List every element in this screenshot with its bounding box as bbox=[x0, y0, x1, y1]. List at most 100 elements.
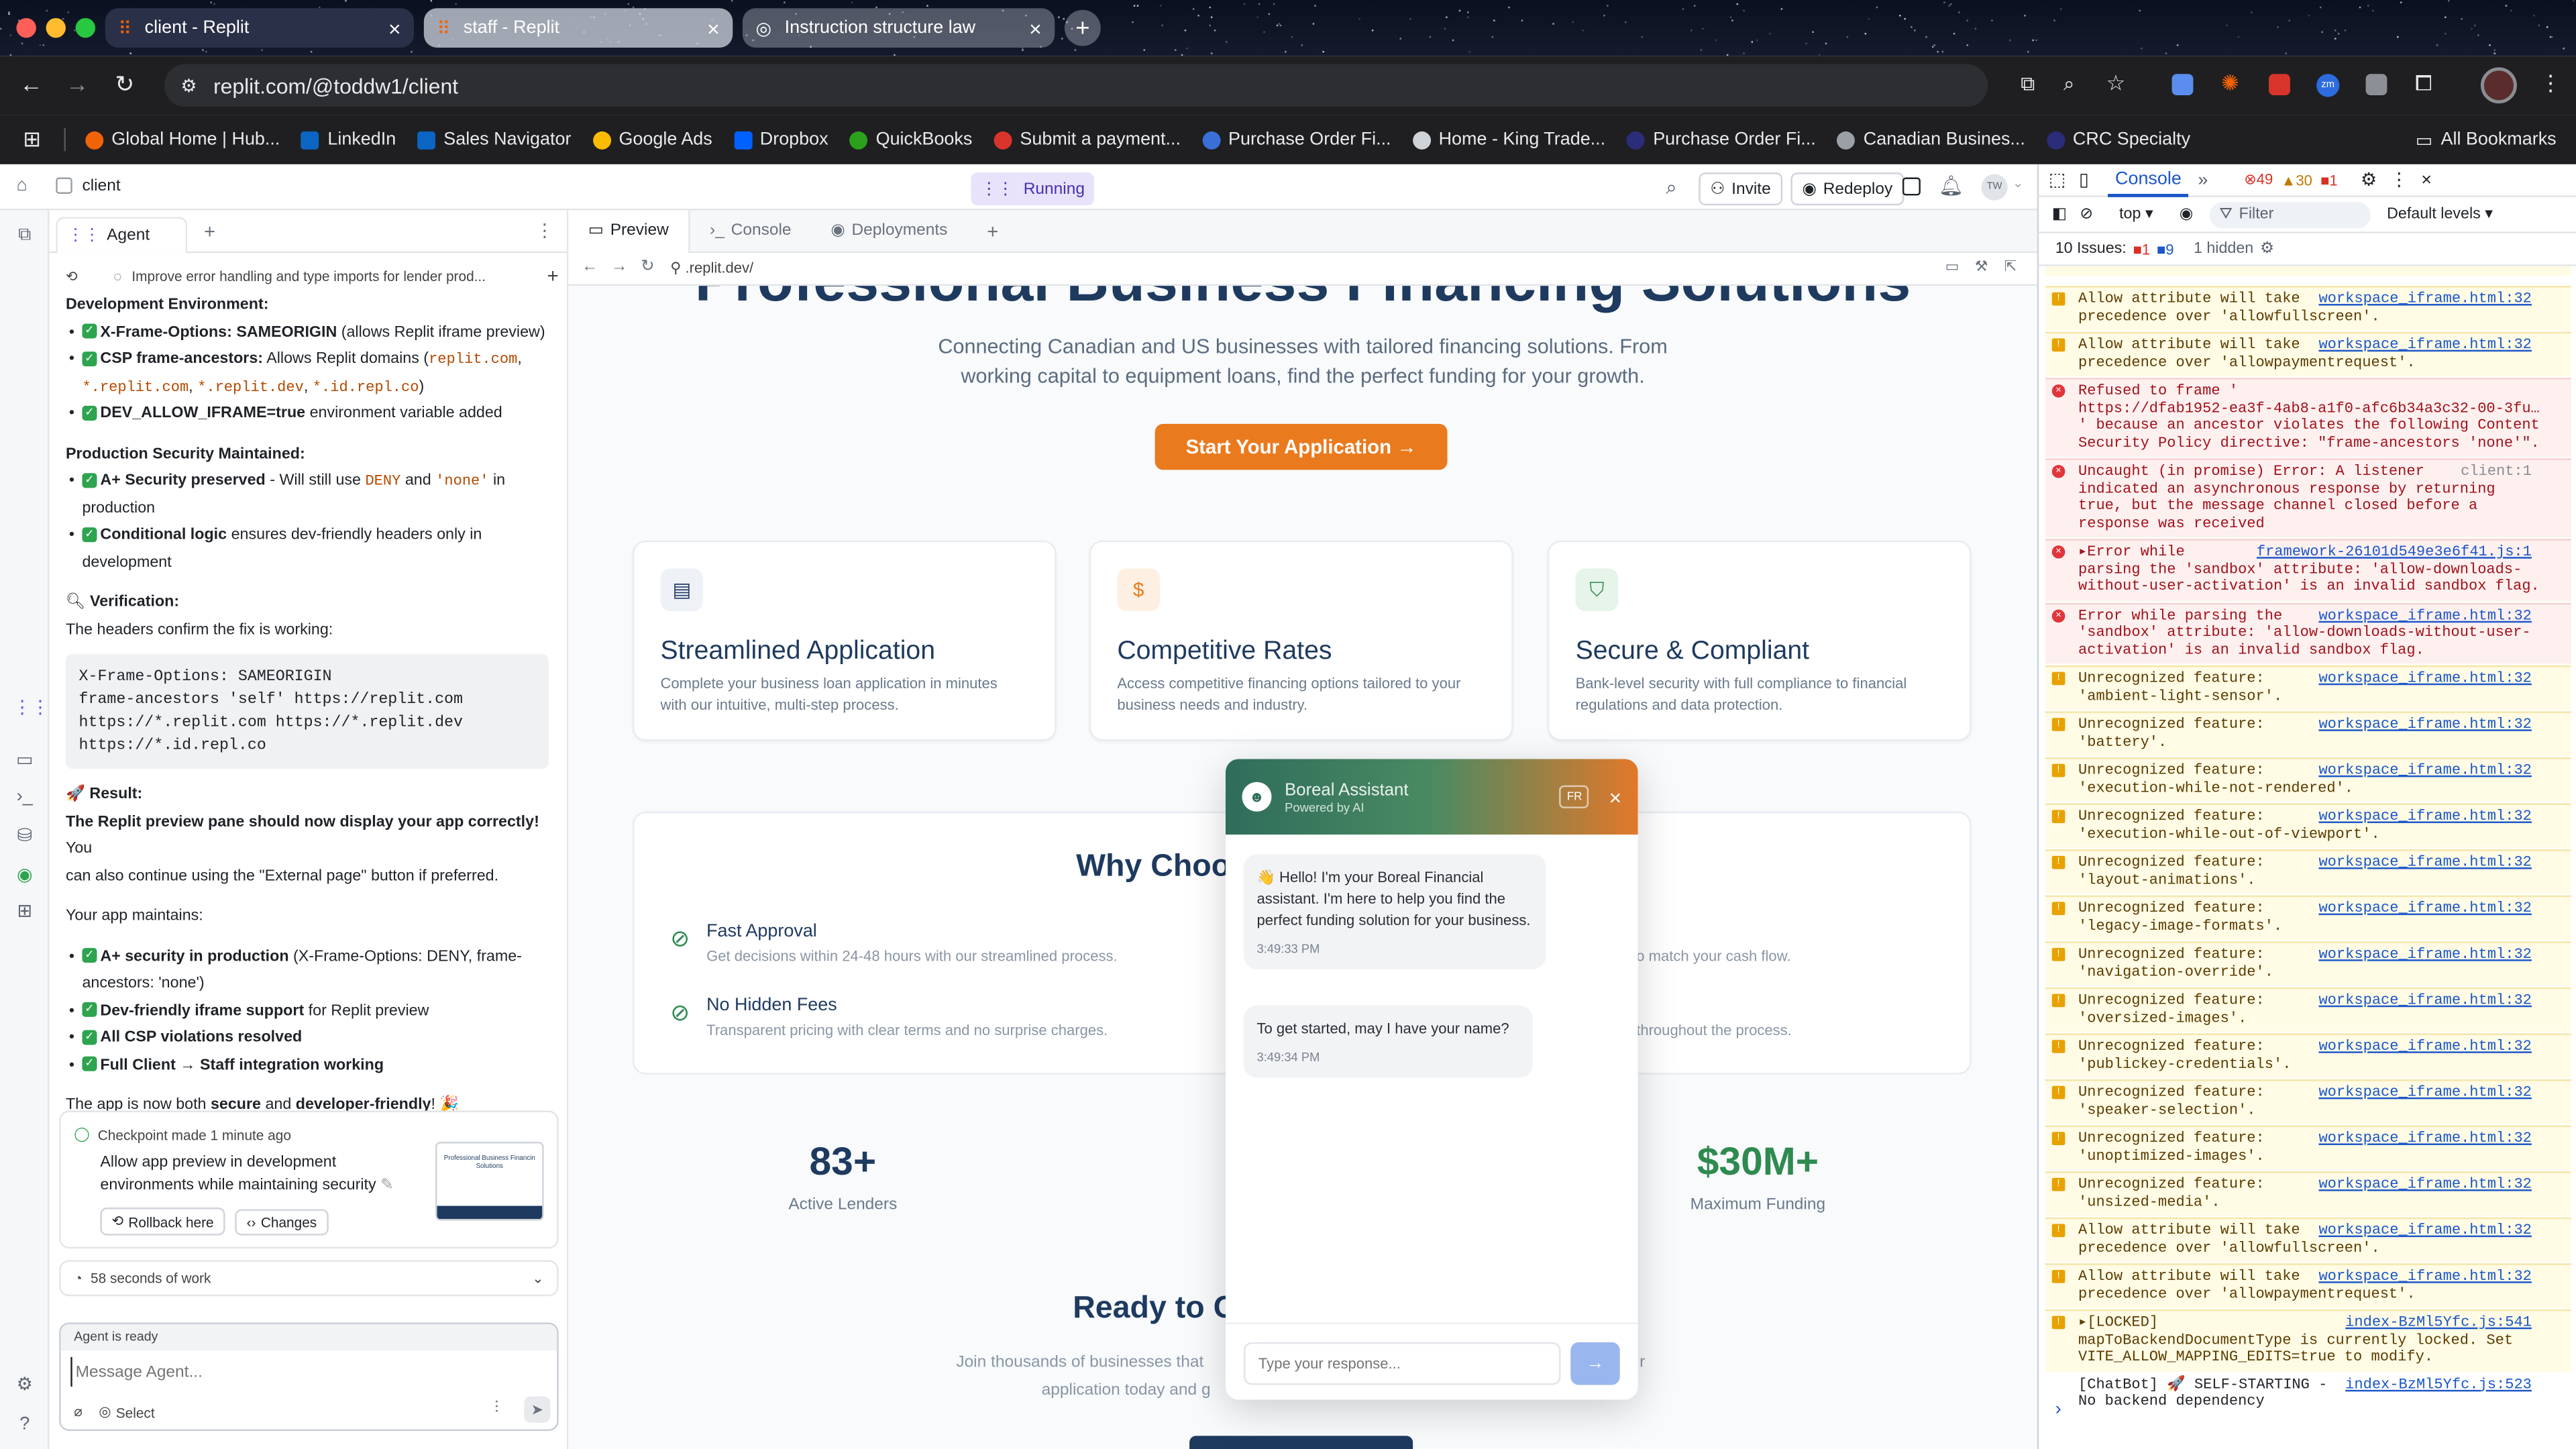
split-view-icon[interactable] bbox=[1902, 177, 1921, 196]
source-link[interactable]: workspace_iframe.html:32 bbox=[2318, 1176, 2532, 1194]
add-tab-button[interactable]: + bbox=[967, 209, 1018, 252]
acrobat-icon[interactable] bbox=[2269, 74, 2290, 96]
source-link[interactable]: workspace_iframe.html:32 bbox=[2318, 1222, 2532, 1240]
minimize-window-button[interactable] bbox=[46, 17, 66, 38]
shell-icon[interactable]: ›_ bbox=[13, 786, 36, 808]
bookmark-linkedin[interactable]: LinkedIn bbox=[301, 129, 396, 150]
settings-icon[interactable]: ⚙ bbox=[2361, 169, 2377, 191]
invite-button[interactable]: ⚇ Invite bbox=[1699, 172, 1782, 206]
install-app-icon[interactable]: ⧉ bbox=[2021, 72, 2035, 97]
start-application-button[interactable]: Start Your Application → bbox=[1155, 423, 1448, 470]
hubspot-icon[interactable]: ✺ bbox=[2221, 70, 2239, 97]
sidebar-toggle-icon[interactable]: ◧ bbox=[2052, 205, 2067, 223]
source-link[interactable]: workspace_iframe.html:32 bbox=[2318, 1130, 2532, 1148]
source-link[interactable]: workspace_iframe.html:32 bbox=[2318, 670, 2532, 688]
error-count[interactable]: ⊗49 bbox=[2244, 171, 2273, 189]
issue-count[interactable]: ■1 bbox=[2320, 172, 2338, 188]
attach-icon[interactable]: ⌀ bbox=[74, 1403, 83, 1421]
source-link[interactable]: workspace_iframe.html:32 bbox=[2318, 1268, 2532, 1286]
browser-tab-instruction[interactable]: ◎ Instruction structure law × bbox=[742, 8, 1055, 48]
extension-icon[interactable] bbox=[2365, 74, 2387, 96]
bookmark-quickbooks[interactable]: QuickBooks bbox=[849, 129, 972, 150]
preview-icon[interactable]: ▭ bbox=[13, 749, 36, 772]
bookmark-crc-specialty[interactable]: CRC Specialty bbox=[2046, 129, 2190, 150]
new-tab-button[interactable]: + bbox=[1064, 9, 1101, 46]
more-tabs-icon[interactable]: » bbox=[2198, 170, 2208, 189]
url-field[interactable]: ⚙ replit.com/@toddw1/client bbox=[164, 64, 1988, 107]
grid-icon[interactable]: ⊞ bbox=[13, 900, 36, 923]
settings-sliders-icon[interactable]: ⫶ bbox=[494, 1400, 498, 1418]
language-toggle[interactable]: FR bbox=[1560, 785, 1590, 808]
extensions-puzzle-icon[interactable]: ⧠ bbox=[2415, 70, 2432, 97]
browser-tab-client[interactable]: ⠿ client - Replit × bbox=[105, 8, 415, 48]
extension-icon[interactable] bbox=[2171, 74, 2194, 96]
profile-avatar[interactable] bbox=[2480, 67, 2517, 104]
forward-icon[interactable]: → bbox=[66, 70, 89, 97]
maximize-window-button[interactable] bbox=[75, 17, 96, 38]
zoom-icon[interactable]: ⌕ bbox=[2063, 72, 2074, 97]
source-link[interactable]: workspace_iframe.html:32 bbox=[2318, 762, 2532, 780]
message-input[interactable] bbox=[70, 1356, 547, 1387]
run-status-button[interactable]: ⋮⋮ Running bbox=[971, 172, 1095, 206]
bookmark-dropbox[interactable]: Dropbox bbox=[733, 129, 828, 150]
bookmark-sales-navigator[interactable]: Sales Navigator bbox=[417, 129, 571, 150]
close-icon[interactable]: × bbox=[2421, 170, 2432, 189]
wrench-icon[interactable]: ⚒ bbox=[1975, 258, 1988, 276]
bookmark-canadian-business[interactable]: Canadian Busines... bbox=[1837, 129, 2025, 150]
settings-icon[interactable]: ⚙ bbox=[13, 1373, 36, 1396]
changes-button[interactable]: ‹› Changes bbox=[235, 1208, 329, 1235]
files-icon[interactable]: ⧉ bbox=[13, 223, 36, 246]
work-summary[interactable]: ◔ 58 seconds of work ⌄ bbox=[59, 1260, 559, 1297]
zoominfo-icon[interactable]: zm bbox=[2316, 74, 2340, 97]
back-icon[interactable]: ← bbox=[19, 70, 42, 97]
close-tab-icon[interactable]: × bbox=[1029, 15, 1042, 40]
all-bookmarks[interactable]: ▭ All Bookmarks bbox=[2416, 129, 2557, 150]
source-link[interactable]: workspace_iframe.html:32 bbox=[2318, 900, 2532, 918]
project-name[interactable]: client bbox=[82, 177, 120, 195]
bookmark-star-icon[interactable]: ☆ bbox=[2106, 70, 2126, 97]
source-link[interactable]: framework-26101d549e3e6f41.js:1 bbox=[2256, 543, 2532, 561]
bookmark-king-trade[interactable]: Home - King Trade... bbox=[1412, 129, 1605, 150]
forward-icon[interactable]: → bbox=[611, 258, 627, 276]
external-link-icon[interactable]: ⇱ bbox=[2004, 258, 2017, 276]
search-icon[interactable]: ⌕ bbox=[1666, 176, 1676, 201]
add-tab-button[interactable]: + bbox=[204, 219, 215, 242]
avatar[interactable]: TW bbox=[1981, 174, 2008, 201]
device-toggle-icon[interactable]: ▯ bbox=[2079, 169, 2089, 191]
redeploy-button[interactable]: ◉ Redeploy bbox=[1790, 172, 1904, 206]
warning-count[interactable]: ▲30 bbox=[2281, 172, 2312, 188]
bookmark-purchase-order-2[interactable]: Purchase Order Fi... bbox=[1627, 129, 1816, 150]
reload-icon[interactable]: ↻ bbox=[115, 70, 134, 99]
back-icon[interactable]: ← bbox=[582, 258, 598, 276]
new-thread-button[interactable]: + bbox=[547, 264, 558, 287]
source-link[interactable]: workspace_iframe.html:32 bbox=[2318, 606, 2532, 625]
context-select[interactable]: top ▾ bbox=[2119, 205, 2153, 223]
source-link[interactable]: workspace_iframe.html:32 bbox=[2318, 808, 2532, 826]
bookmark-google-ads[interactable]: Google Ads bbox=[592, 129, 712, 150]
reload-icon[interactable]: ↻ bbox=[641, 258, 655, 276]
tab-preview[interactable]: ▭ Preview bbox=[568, 209, 690, 252]
chat-input[interactable] bbox=[1243, 1342, 1561, 1385]
bookmark-global-home[interactable]: Global Home | Hub... bbox=[85, 129, 280, 150]
close-icon[interactable]: × bbox=[1609, 784, 1622, 809]
source-link[interactable]: workspace_iframe.html:32 bbox=[2318, 290, 2532, 309]
more-icon[interactable]: ⋮ bbox=[535, 220, 553, 241]
eye-icon[interactable]: ◉ bbox=[2180, 205, 2193, 223]
home-icon[interactable]: ⌂ bbox=[16, 176, 27, 195]
tab-deployments[interactable]: ◉ Deployments bbox=[811, 209, 967, 252]
select-button[interactable]: ◎ Select bbox=[99, 1403, 154, 1421]
bookmark-purchase-order-1[interactable]: Purchase Order Fi... bbox=[1201, 129, 1391, 150]
preview-url[interactable]: ⚲ .replit.dev/ bbox=[670, 260, 753, 278]
source-link[interactable]: workspace_iframe.html:32 bbox=[2318, 1038, 2532, 1056]
issues-bar[interactable]: 10 Issues: ■1 ■9 1 hidden ⚙ bbox=[2039, 233, 2576, 266]
ready-cta-button[interactable] bbox=[1189, 1436, 1413, 1449]
deploy-icon[interactable]: ◉ bbox=[13, 864, 36, 887]
send-button[interactable]: → bbox=[1570, 1342, 1620, 1385]
database-icon[interactable]: ⛁ bbox=[13, 824, 36, 847]
levels-select[interactable]: Default levels ▾ bbox=[2387, 205, 2493, 223]
help-icon[interactable]: ? bbox=[13, 1413, 36, 1436]
apps-grid-icon[interactable]: ⊞ bbox=[23, 127, 41, 153]
site-info-icon[interactable]: ⚙ bbox=[180, 74, 197, 96]
tab-agent[interactable]: ⋮⋮ Agent bbox=[56, 216, 188, 252]
console-prompt-icon[interactable]: › bbox=[2055, 1400, 2061, 1419]
